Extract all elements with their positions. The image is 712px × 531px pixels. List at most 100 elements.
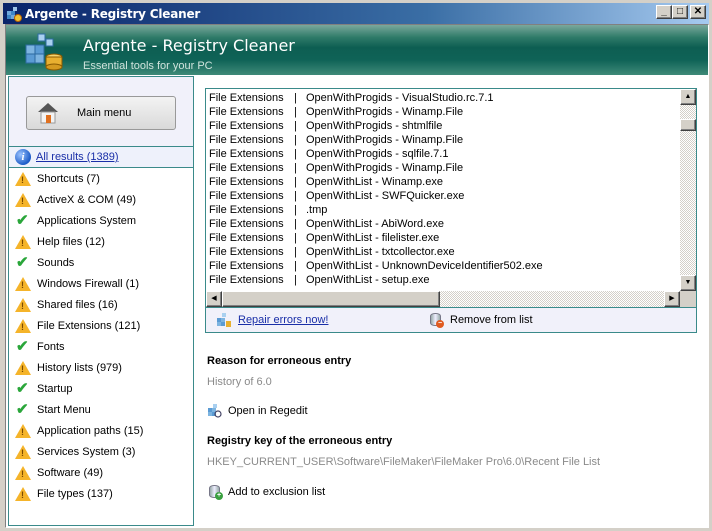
result-row[interactable]: File Extensions | OpenWithList - fileliste… — [206, 231, 680, 245]
sidebar-item-label: File Extensions (121) — [37, 319, 141, 332]
sidebar-item[interactable]: ActiveX & COM (49) — [9, 189, 193, 210]
column-separator: | — [294, 106, 297, 118]
title-bar[interactable]: Argente - Registry Cleaner _ □ ✕ — [3, 3, 709, 24]
result-category: File Extensions — [209, 134, 284, 146]
sidebar-item-label: Fonts — [37, 340, 65, 353]
sidebar-item[interactable]: Shared files (16) — [9, 294, 193, 315]
sidebar-item[interactable]: ✔ Sounds — [9, 252, 193, 273]
result-entry: OpenWithList - AbiWord.exe — [306, 218, 444, 230]
result-row[interactable]: File Extensions | OpenWithList - setup.exe — [206, 273, 680, 287]
result-category: File Extensions — [209, 106, 284, 118]
result-entry: OpenWithList - UnknownDeviceIdentifier50… — [306, 260, 543, 272]
scroll-down-button[interactable]: ▼ — [680, 275, 696, 291]
result-category: File Extensions — [209, 260, 284, 272]
sidebar-item[interactable]: File types (137) — [9, 483, 193, 504]
repair-errors-label[interactable]: Repair errors now! — [238, 314, 328, 326]
sidebar-item-label: Services System (3) — [37, 445, 136, 458]
registry-key-heading: Registry key of the erroneous entry — [207, 435, 393, 447]
minimize-button[interactable]: _ — [656, 5, 672, 19]
reason-value: History of 6.0 — [207, 376, 272, 388]
sidebar-item[interactable]: Help files (12) — [9, 231, 193, 252]
sidebar-item[interactable]: File Extensions (121) — [9, 315, 193, 336]
header-title: Argente - Registry Cleaner — [83, 36, 295, 55]
sidebar: Main menu i All results (1389) Shortcuts… — [8, 76, 194, 526]
warning-icon — [15, 234, 31, 250]
sidebar-item-label: Start Menu — [37, 403, 91, 416]
result-category: File Extensions — [209, 190, 284, 202]
column-separator: | — [294, 134, 297, 146]
column-separator: | — [294, 232, 297, 244]
sidebar-item[interactable]: ✔ Start Menu — [9, 399, 193, 420]
check-icon: ✔ — [16, 379, 29, 397]
warning-icon — [15, 465, 31, 481]
reason-heading: Reason for erroneous entry — [207, 355, 352, 367]
column-separator: | — [294, 274, 297, 286]
result-category: File Extensions — [209, 204, 284, 216]
add-to-exclusion-button[interactable]: + Add to exclusion list — [207, 484, 325, 500]
result-category: File Extensions — [209, 246, 284, 258]
sidebar-top: Main menu — [9, 77, 193, 147]
results-action-bar: Repair errors now! − Remove from list — [206, 307, 696, 332]
vertical-scroll-thumb[interactable] — [680, 119, 696, 131]
scroll-right-button[interactable]: ▶ — [664, 291, 680, 307]
result-row[interactable]: File Extensions | OpenWithProgids - sqlfil… — [206, 147, 680, 161]
sidebar-item-label: Windows Firewall (1) — [37, 277, 140, 290]
close-button[interactable]: ✕ — [690, 5, 706, 19]
header-subtitle: Essential tools for your PC — [83, 60, 213, 72]
scroll-up-button[interactable]: ▲ — [680, 89, 696, 105]
open-in-regedit-button[interactable]: Open in Regedit — [207, 403, 308, 419]
main-menu-label: Main menu — [77, 107, 132, 119]
maximize-button[interactable]: □ — [672, 5, 688, 19]
sidebar-item-all-results[interactable]: i All results (1389) — [9, 147, 193, 168]
sidebar-item-label: Help files (12) — [37, 235, 105, 248]
result-row[interactable]: File Extensions | OpenWithList - SWFQuicke… — [206, 189, 680, 203]
sidebar-item-label: History lists (979) — [37, 361, 122, 374]
remove-from-list-button[interactable]: − Remove from list — [428, 312, 533, 328]
column-separator: | — [294, 204, 297, 216]
repair-errors-button[interactable]: Repair errors now! — [216, 312, 328, 328]
result-row[interactable]: File Extensions | OpenWithList - UnknownDe… — [206, 259, 680, 273]
sidebar-item-label: File types (137) — [37, 487, 113, 500]
result-category: File Extensions — [209, 218, 284, 230]
result-entry: OpenWithList - txtcollector.exe — [306, 246, 455, 258]
sidebar-item[interactable]: Software (49) — [9, 462, 193, 483]
result-row[interactable]: File Extensions | OpenWithProgids - Winamp… — [206, 161, 680, 175]
result-row[interactable]: File Extensions | OpenWithProgids - shtmlf… — [206, 119, 680, 133]
results-list[interactable]: File Extensions | OpenWithProgids - Visual… — [206, 89, 680, 291]
sidebar-item-label: Shortcuts (7) — [37, 172, 100, 185]
scroll-left-button[interactable]: ◀ — [206, 291, 222, 307]
result-row[interactable]: File Extensions | OpenWithProgids - Visual… — [206, 91, 680, 105]
result-row[interactable]: File Extensions | OpenWithList - txtcollec… — [206, 245, 680, 259]
sidebar-item[interactable]: Windows Firewall (1) — [9, 273, 193, 294]
result-category: File Extensions — [209, 274, 284, 286]
sidebar-item[interactable]: Services System (3) — [9, 441, 193, 462]
result-row[interactable]: File Extensions | OpenWithList - Winamp.ex… — [206, 175, 680, 189]
result-entry: OpenWithList - SWFQuicker.exe — [306, 190, 465, 202]
house-icon — [35, 100, 61, 126]
horizontal-scrollbar[interactable]: ◀ ▶ — [206, 291, 680, 307]
open-in-regedit-label: Open in Regedit — [228, 405, 308, 417]
sidebar-item[interactable]: History lists (979) — [9, 357, 193, 378]
sidebar-item[interactable]: ✔ Startup — [9, 378, 193, 399]
sidebar-item[interactable]: Application paths (15) — [9, 420, 193, 441]
registry-app-icon — [6, 6, 22, 22]
vertical-scrollbar[interactable]: ▲ ▼ — [680, 89, 696, 291]
result-row[interactable]: File Extensions | OpenWithProgids - Winamp… — [206, 105, 680, 119]
sidebar-item[interactable]: Shortcuts (7) — [9, 168, 193, 189]
result-row[interactable]: File Extensions | OpenWithProgids - Winamp… — [206, 133, 680, 147]
column-separator: | — [294, 162, 297, 174]
result-row[interactable]: File Extensions | .tmp — [206, 203, 680, 217]
result-row[interactable]: File Extensions | OpenWithList - AbiWord.e… — [206, 217, 680, 231]
scrollbar-corner — [680, 291, 696, 307]
main-menu-button[interactable]: Main menu — [26, 96, 176, 130]
result-entry: OpenWithProgids - Winamp.File — [306, 106, 464, 118]
horizontal-scroll-thumb[interactable] — [222, 291, 440, 307]
column-separator: | — [294, 92, 297, 104]
remove-from-list-label: Remove from list — [450, 314, 533, 326]
sidebar-item[interactable]: ✔ Applications System — [9, 210, 193, 231]
result-entry: OpenWithList - setup.exe — [306, 274, 430, 286]
all-results-link[interactable]: All results (1389) — [36, 151, 119, 163]
regedit-icon — [207, 403, 223, 419]
result-entry: .tmp — [306, 204, 328, 216]
sidebar-item[interactable]: ✔ Fonts — [9, 336, 193, 357]
